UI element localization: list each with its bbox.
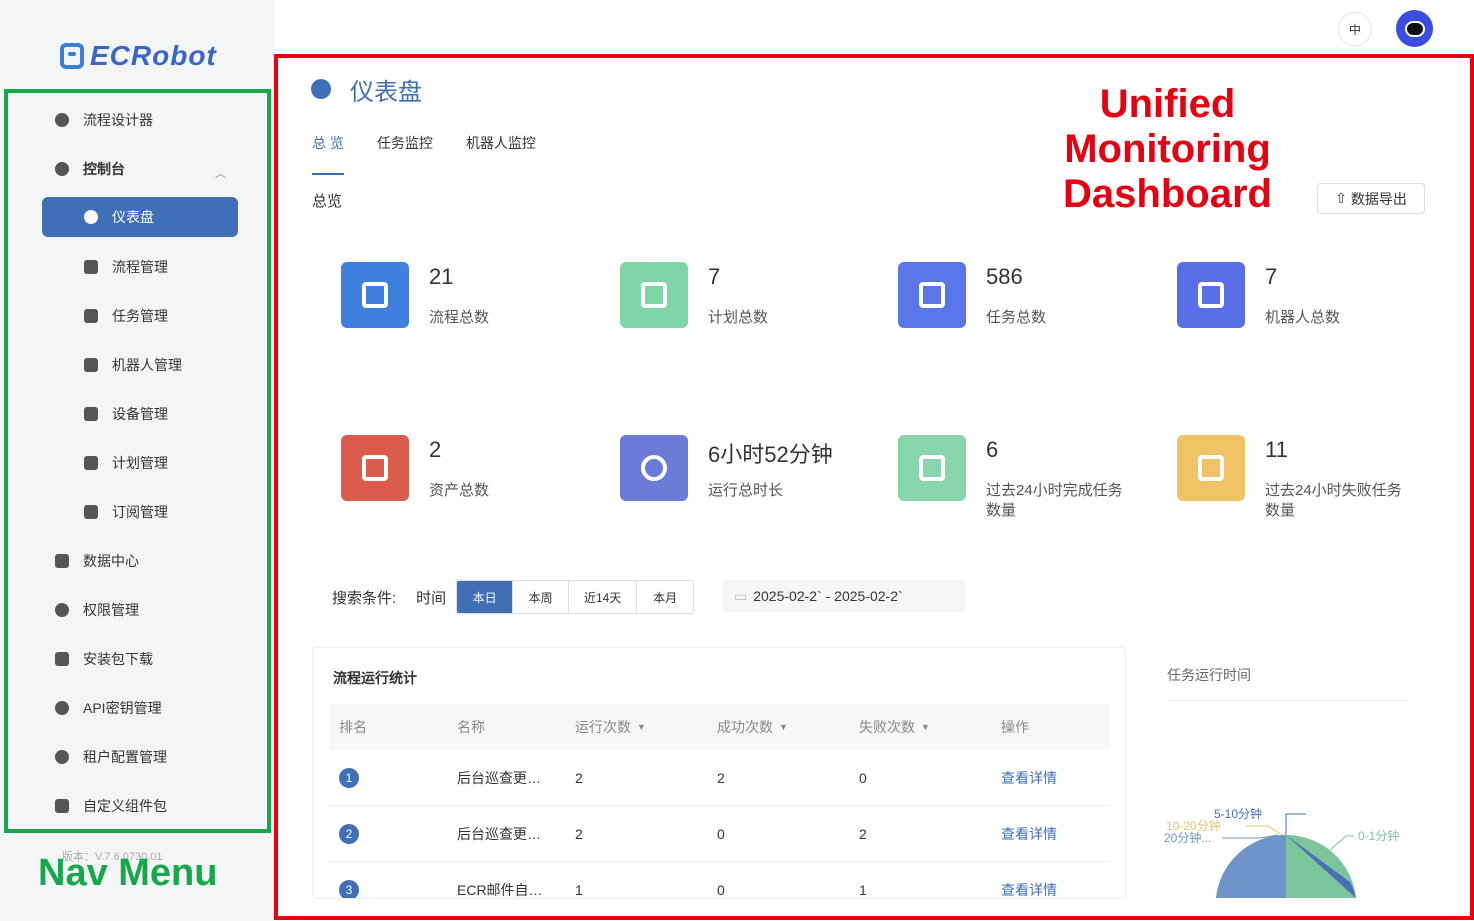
robot-logo-icon [60, 43, 84, 69]
robot-avatar-icon [1404, 20, 1425, 37]
dashboard-highlight [274, 54, 1474, 920]
nav-menu-annotation: Nav Menu [38, 852, 218, 894]
logo-text: ECRobot [90, 40, 217, 71]
avatar[interactable] [1396, 10, 1433, 47]
nav-menu-highlight [4, 89, 271, 833]
language-switch-button[interactable]: 中 [1338, 12, 1372, 46]
app-logo[interactable]: ECRobot [60, 40, 217, 72]
